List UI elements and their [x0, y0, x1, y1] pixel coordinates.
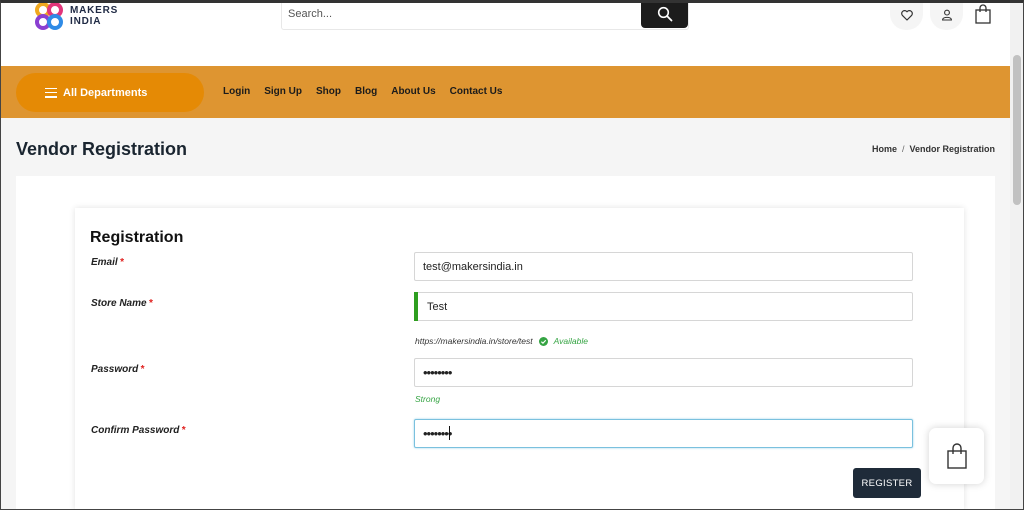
- nav-link-about[interactable]: About Us: [391, 86, 435, 97]
- breadcrumb-home[interactable]: Home: [872, 144, 897, 154]
- store-url-row: https://makersindia.in/store/test Availa…: [415, 336, 588, 346]
- menu-icon: [45, 87, 57, 98]
- floating-cart-button[interactable]: [929, 428, 984, 484]
- site-logo[interactable]: MAKERS INDIA: [32, 2, 132, 34]
- scrollbar-thumb[interactable]: [1013, 55, 1021, 205]
- nav-link-signup[interactable]: Sign Up: [264, 86, 302, 97]
- logo-icon: [35, 2, 63, 30]
- store-url-text: https://makersindia.in/store/test: [415, 336, 533, 346]
- shopping-bag-icon: [946, 443, 967, 469]
- page-scrollbar[interactable]: [1010, 0, 1024, 510]
- breadcrumb-current: Vendor Registration: [909, 144, 995, 154]
- store-availability: Available: [553, 336, 588, 346]
- password-label-text: Password: [91, 364, 139, 375]
- breadcrumb-separator: /: [901, 144, 905, 154]
- store-name-field[interactable]: [414, 292, 913, 321]
- nav-link-blog[interactable]: Blog: [355, 86, 377, 97]
- page-title: Vendor Registration: [16, 139, 188, 159]
- register-button[interactable]: REGISTER: [853, 468, 921, 498]
- logo-line-2: INDIA: [70, 16, 102, 27]
- store-name-label: Store Name *: [91, 298, 152, 309]
- required-mark: *: [148, 298, 153, 309]
- search-button[interactable]: [641, 0, 688, 28]
- email-field[interactable]: [414, 252, 913, 281]
- nav-link-login[interactable]: Login: [223, 86, 250, 97]
- required-mark: *: [181, 425, 186, 436]
- logo-line-1: MAKERS: [70, 5, 119, 16]
- nav-link-contact[interactable]: Contact Us: [450, 86, 503, 97]
- confirm-password-label: Confirm Password *: [91, 425, 185, 436]
- wishlist-button[interactable]: [890, 0, 923, 30]
- store-name-label-text: Store Name: [91, 298, 147, 309]
- password-label: Password *: [91, 364, 144, 375]
- search-input[interactable]: [288, 4, 638, 24]
- search-bar: [281, 0, 689, 30]
- check-circle-icon: [538, 336, 548, 346]
- site-header: MAKERS INDIA: [0, 0, 1010, 66]
- account-button[interactable]: [930, 0, 963, 30]
- password-field[interactable]: [414, 358, 913, 387]
- confirm-password-label-text: Confirm Password: [91, 425, 180, 436]
- password-strength: Strong: [415, 394, 441, 404]
- email-label-text: Email: [91, 257, 118, 268]
- user-icon: [941, 9, 952, 21]
- main-nav: All Departments Login Sign Up Shop Blog …: [0, 66, 1010, 118]
- logo-text: MAKERS INDIA: [70, 5, 118, 27]
- text-caret: [449, 426, 450, 440]
- store-name-valid-indicator: [414, 292, 418, 321]
- breadcrumb: Home / Vendor Registration: [872, 144, 995, 154]
- required-mark: *: [140, 364, 145, 375]
- registration-title: Registration: [90, 229, 184, 246]
- required-mark: *: [119, 257, 124, 268]
- confirm-password-field[interactable]: [414, 419, 913, 448]
- heart-icon: [900, 9, 913, 21]
- email-label: Email *: [91, 257, 124, 268]
- nav-links: Login Sign Up Shop Blog About Us Contact…: [223, 86, 502, 97]
- cart-icon: [975, 4, 991, 24]
- all-departments-label: All Departments: [63, 86, 148, 99]
- nav-link-shop[interactable]: Shop: [316, 86, 341, 97]
- search-icon: [657, 6, 672, 22]
- all-departments-button[interactable]: All Departments: [16, 73, 204, 112]
- cart-button[interactable]: [974, 4, 992, 24]
